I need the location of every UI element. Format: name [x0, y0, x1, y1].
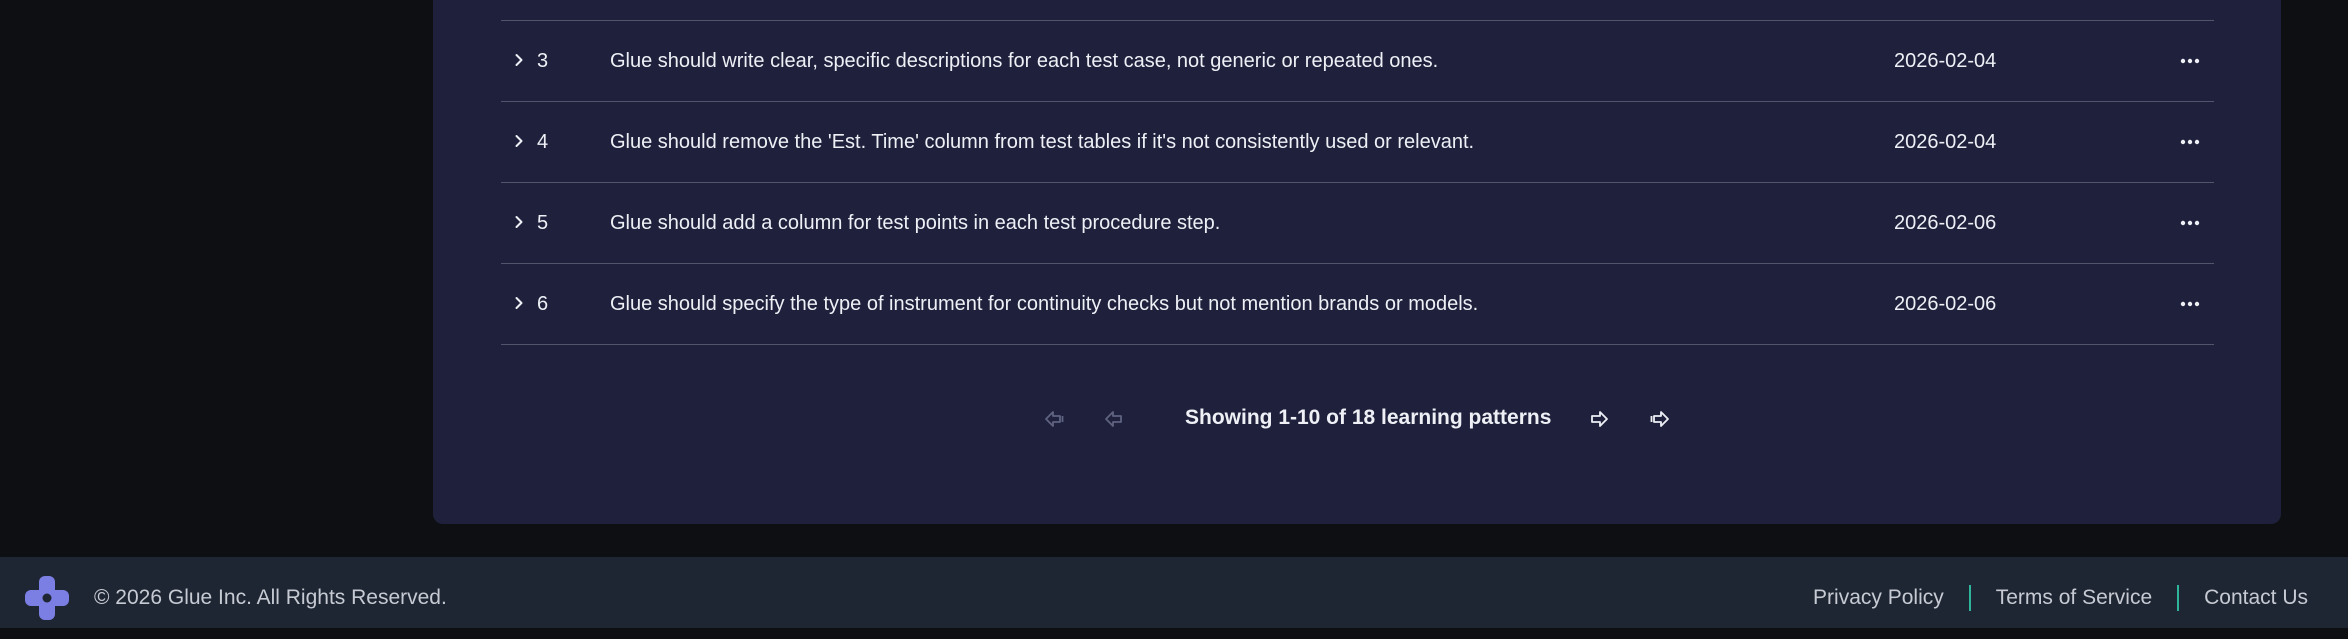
row-date: 2026-02-04: [1894, 50, 1997, 72]
expand-row-chevron-icon[interactable]: [507, 291, 531, 315]
footer-links: Privacy Policy Terms of Service Contact …: [1813, 557, 2308, 639]
more-options-icon[interactable]: [2176, 210, 2204, 236]
learning-patterns-panel: 3 Glue should write clear, specific desc…: [433, 0, 2281, 524]
expand-row-chevron-icon[interactable]: [507, 129, 531, 153]
pagination-status: Showing 1-10 of 18 learning patterns: [1185, 406, 1552, 429]
expand-row-chevron-icon[interactable]: [507, 48, 531, 72]
row-description: Glue should specify the type of instrume…: [610, 293, 1479, 315]
row-number: 4: [537, 131, 549, 153]
copyright-text: © 2026 Glue Inc. All Rights Reserved.: [94, 586, 447, 609]
learning-patterns-table: 3 Glue should write clear, specific desc…: [501, 0, 2214, 345]
row-number: 6: [537, 293, 549, 315]
table-row[interactable]: 3 Glue should write clear, specific desc…: [501, 21, 2214, 102]
first-page-icon[interactable]: [1037, 404, 1067, 434]
privacy-policy-link[interactable]: Privacy Policy: [1813, 586, 1944, 610]
row-description: Glue should remove the 'Est. Time' colum…: [610, 131, 1475, 153]
contact-us-link[interactable]: Contact Us: [2204, 586, 2308, 610]
table-row[interactable]: 5 Glue should add a column for test poin…: [501, 183, 2214, 264]
link-separator: [2177, 585, 2180, 611]
row-date: 2026-02-04: [1894, 131, 1997, 153]
row-description: Glue should write clear, specific descri…: [610, 50, 1439, 72]
expand-row-chevron-icon[interactable]: [507, 210, 531, 234]
row-date: 2026-02-06: [1894, 293, 1997, 315]
table-row[interactable]: 4 Glue should remove the 'Est. Time' col…: [501, 102, 2214, 183]
row-number: 5: [537, 212, 549, 234]
table-divider: [501, 0, 2214, 21]
more-options-icon[interactable]: [2176, 48, 2204, 74]
link-separator: [1968, 585, 1971, 611]
more-options-icon[interactable]: [2176, 129, 2204, 155]
pagination: Showing 1-10 of 18 learning patterns: [433, 398, 2281, 438]
table-row[interactable]: 6 Glue should specify the type of instru…: [501, 264, 2214, 345]
row-number: 3: [537, 50, 549, 72]
next-page-icon[interactable]: [1585, 404, 1615, 434]
footer: © 2026 Glue Inc. All Rights Reserved. Pr…: [0, 557, 2348, 628]
previous-page-icon[interactable]: [1098, 404, 1128, 434]
more-options-icon[interactable]: [2176, 291, 2204, 317]
glue-logo-icon: [24, 575, 70, 621]
row-description: Glue should add a column for test points…: [610, 212, 1221, 234]
terms-of-service-link[interactable]: Terms of Service: [1996, 586, 2152, 610]
row-date: 2026-02-06: [1894, 212, 1997, 234]
last-page-icon[interactable]: [1647, 404, 1677, 434]
